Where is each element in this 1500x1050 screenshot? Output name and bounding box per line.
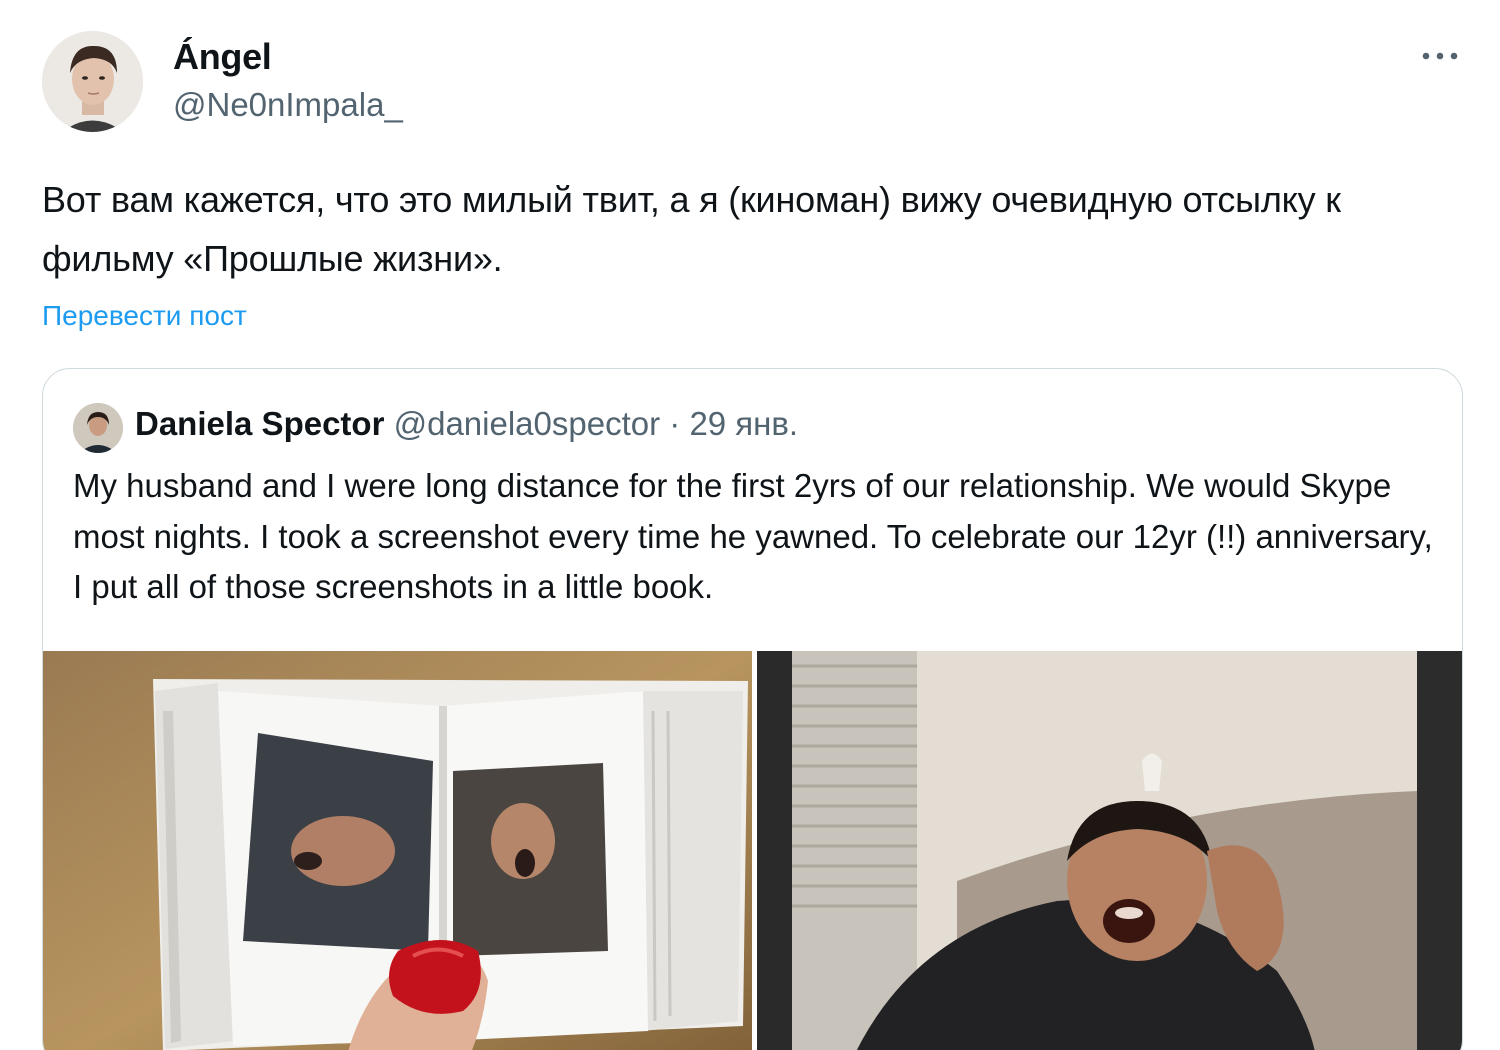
quoted-tweet-text: My husband and I were long distance for … xyxy=(73,467,1433,605)
quoted-separator: · xyxy=(669,405,681,442)
tweet-text: Вот вам кажется, что это милый твит, а я… xyxy=(42,179,1341,279)
author-handle[interactable]: @Ne0nImpala_ xyxy=(173,86,403,124)
quoted-author-handle: @daniela0spector xyxy=(393,405,661,442)
translate-post-link[interactable]: Перевести пост xyxy=(42,300,247,332)
quoted-author-name: Daniela Spector xyxy=(135,405,385,442)
more-options-button[interactable] xyxy=(1418,38,1462,74)
author-avatar[interactable] xyxy=(42,31,143,132)
more-horizontal-icon xyxy=(1422,52,1458,60)
quoted-tweet-card[interactable]: Daniela Spector @daniela0spector · 29 ян… xyxy=(42,368,1463,1050)
quoted-photo-book[interactable] xyxy=(43,651,752,1050)
tweet[interactable]: Ángel @Ne0nImpala_ Вот вам кажется, что … xyxy=(0,0,1500,1050)
quoted-date: 29 янв. xyxy=(689,405,799,442)
quoted-header: Daniela Spector @daniela0spector · 29 ян… xyxy=(135,405,798,443)
quoted-photo-webcam[interactable] xyxy=(757,651,1462,1050)
quoted-author-avatar xyxy=(73,403,123,453)
author-name[interactable]: Ángel xyxy=(173,36,272,78)
